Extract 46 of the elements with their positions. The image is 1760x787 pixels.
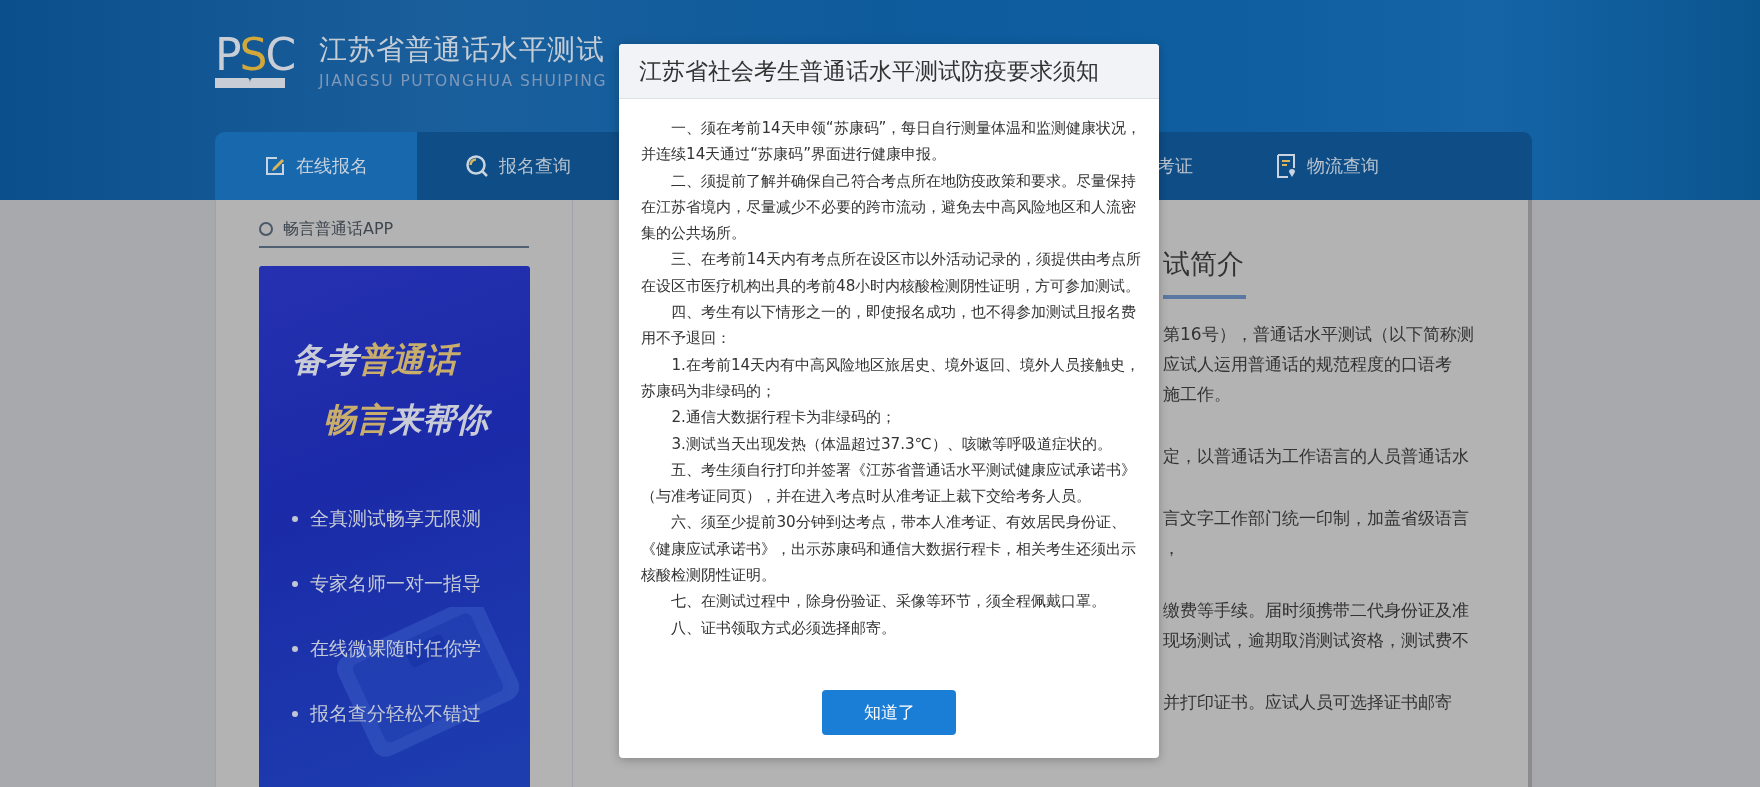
text-line: 第16号），普通话水平测试（以下简称测 [1163,323,1474,346]
feature-text: 报名查分轻松不错过 [310,701,481,726]
notice-paragraph: 3.测试当天出现发热（体温超过37.3℃）、咳嗽等呼吸道症状的。 [670,433,1113,455]
nav-tab[interactable]: 在线报名 [215,132,417,200]
bullet-icon [292,645,298,652]
notice-paragraph: 四、考生有以下情形之一的，即使报名成功，也不得参加测试且报名费用不予退回： [641,302,1138,350]
bullet-icon [292,580,298,587]
nav-tab[interactable]: 报名查询 [417,132,619,200]
text-line: 施工作。 [1163,383,1231,406]
text-line: 现场测试，逾期取消测试资格，测试费不 [1163,629,1469,652]
search-icon [465,154,489,178]
document-icon [1277,154,1297,178]
text-line: ， [1163,537,1180,560]
text-line: 应试人运用普通话的规范程度的口语考 [1163,353,1452,376]
site-title: 江苏省普通话水平测试 [319,32,605,68]
edit-icon [264,155,286,177]
site-subtitle: JIANGSU PUTONGHUA SHUIPING [319,71,607,91]
feature-text: 全真测试畅享无限测 [310,506,481,531]
bullet-icon [292,710,298,717]
notice-paragraph: 七、在测试过程中，除身份验证、采像等环节，须全程佩戴口罩。 [670,591,1108,613]
notice-paragraph: 六、须至少提前30分钟到达考点，带本人准考证、有效居民身份证、《健康应试承诺书》，出示苏康码和通信大数据行程卡，相关考生还须出示核酸检测阴性证明。 [641,512,1137,587]
notice-paragraph: 2.通信大数据行程卡为非绿码的； [670,407,897,429]
text-line: 缴费等手续。届时须携带二代身份证及准 [1163,599,1469,622]
banner-headline: 备考普通话 [292,339,530,381]
banner-headline: 畅言来帮你 [323,399,530,441]
logo-text: PSC [215,33,295,77]
feature-text: 在线微课随时任你学 [310,636,481,661]
nav-tab[interactable]: 物流查询 [1277,132,1379,200]
nav-tab[interactable]: 考证 [1157,132,1193,200]
dialog-title: 江苏省社会考生普通话水平测试防疫要求须知 [619,44,1159,99]
section-heading: 试简介 [1163,247,1245,281]
bullet-icon [292,515,298,522]
circle-icon [259,222,273,236]
notice-paragraph: 1.在考前14天内有中高风险地区旅居史、境外返回、境外人员接触史，苏康码为非绿码的； [641,354,1142,402]
notice-paragraph: 二、须提前了解并确保自己符合考点所在地防疫政策和要求。尽量保持在江苏省境内，尽量减少不必要的跨市流动，避免去中高风险地区和人流密集的公共场所。 [641,170,1138,245]
feature-text: 专家名师一对一指导 [310,571,481,596]
section-title: 畅言普通话APP [283,218,394,240]
confirm-button[interactable]: 知道了 [822,690,956,735]
book-icon [215,78,285,88]
text-line: 并打印证书。应试人员可选择证书邮寄 [1163,691,1452,714]
notice-paragraph: 五、考生须自行打印并签署《江苏省普通话水平测试健康应试承诺书》（与准考证同页），并在进入考点时从准考证上裁下交给考务人员。 [641,459,1138,508]
notice-paragraph: 八、证书领取方式必须选择邮寄。 [670,617,898,639]
notice-paragraph: 一、须在考前14天申领“苏康码”，每日自行测量体温和监测健康状况，并连续14天通过“苏康码”界面进行健康申报。 [641,118,1143,166]
text-line: 定，以普通话为工作语言的人员普通话水 [1163,445,1469,468]
text-line: 言文字工作部门统一印制，加盖省级语言 [1163,507,1469,530]
notice-paragraph: 三、在考前14天内有考点所在设区市以外活动记录的，须提供由考点所在设区市医疗机构出具的考前48小时内核酸检测阴性证明，方可参加测试。 [641,249,1142,297]
